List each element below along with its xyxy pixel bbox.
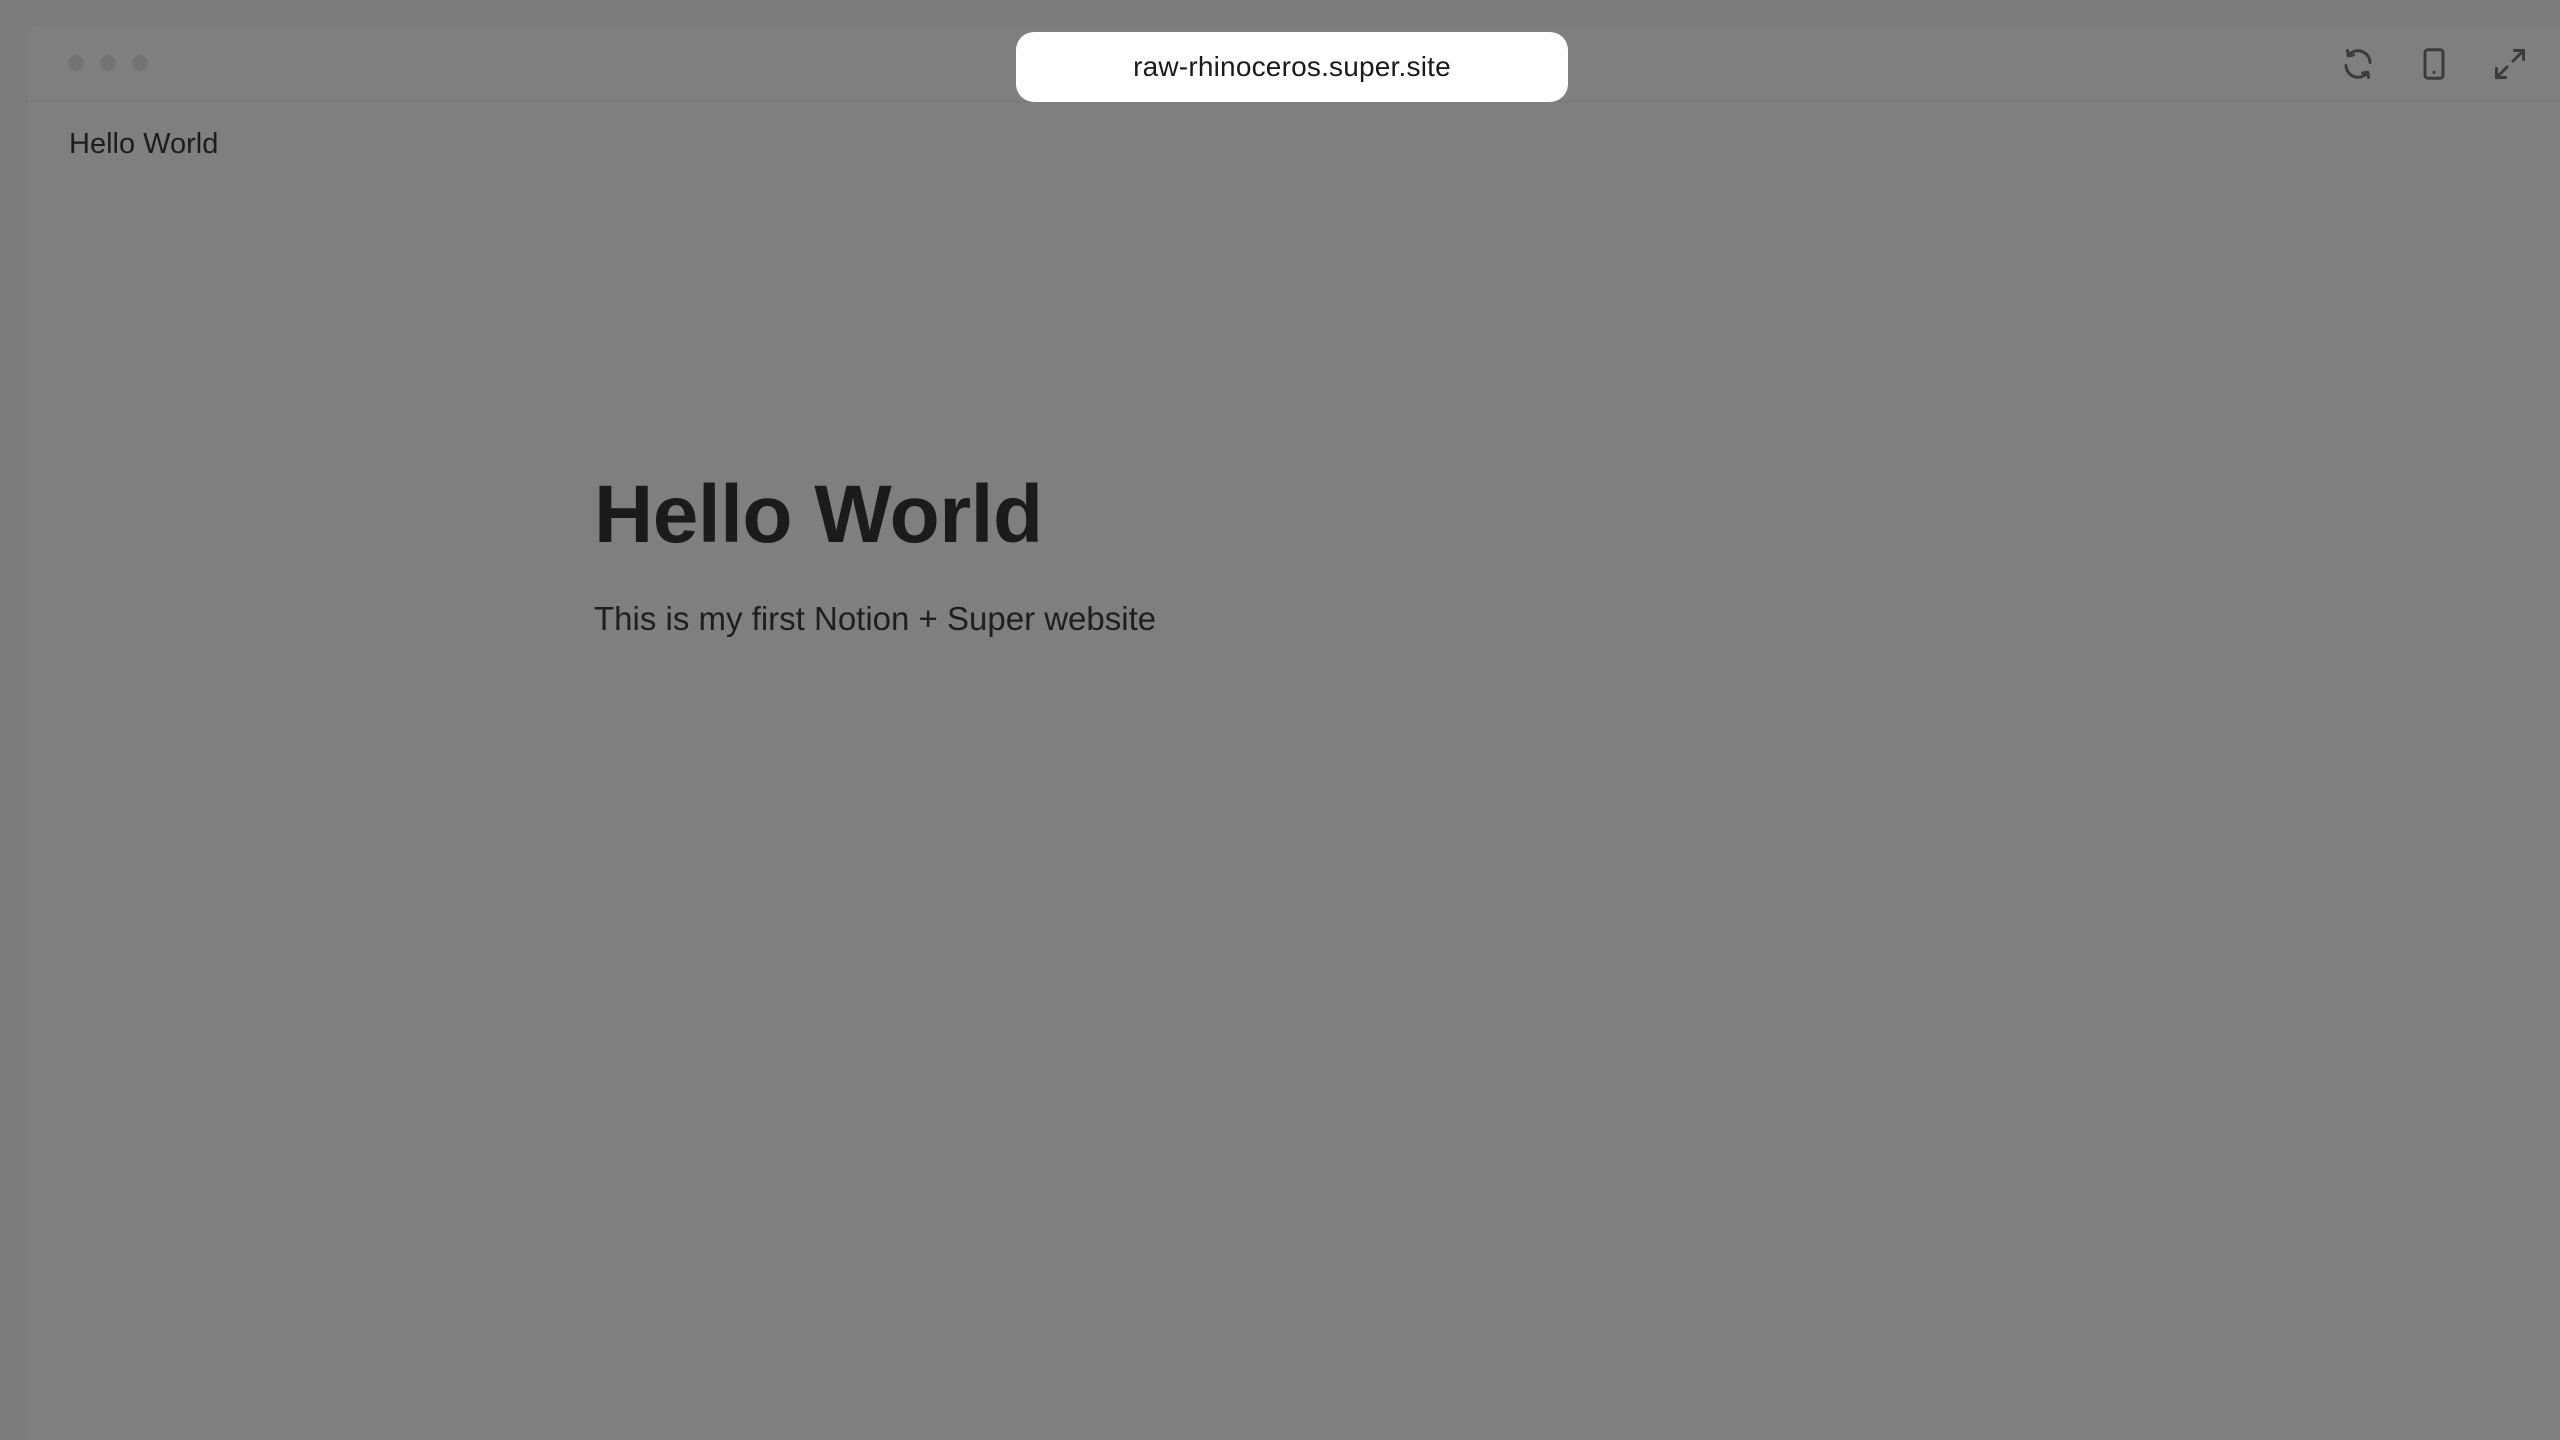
expand-icon bbox=[2495, 49, 2525, 79]
page-paragraph: This is my first Notion + Super website bbox=[594, 600, 1157, 638]
page-content: Hello World This is my first Notion + Su… bbox=[594, 466, 1794, 641]
preview-window: raw-rhinoceros.super.site Hello World He… bbox=[28, 26, 2560, 1440]
window-controls bbox=[68, 55, 148, 71]
expand-button[interactable] bbox=[2490, 44, 2530, 84]
mobile-view-button[interactable] bbox=[2414, 44, 2454, 84]
preview-tools bbox=[2338, 44, 2530, 84]
address-bar-url: raw-rhinoceros.super.site bbox=[1133, 51, 1451, 82]
window-minimize-dot[interactable] bbox=[100, 55, 116, 71]
refresh-icon bbox=[2344, 49, 2372, 79]
refresh-button[interactable] bbox=[2338, 44, 2378, 84]
site-nav-title[interactable]: Hello World bbox=[69, 128, 218, 161]
window-zoom-dot[interactable] bbox=[132, 55, 148, 71]
mobile-device-icon bbox=[2423, 48, 2445, 80]
address-bar[interactable]: raw-rhinoceros.super.site bbox=[1016, 32, 1568, 102]
window-close-dot[interactable] bbox=[68, 55, 84, 71]
page-title: Hello World bbox=[594, 469, 1043, 560]
preview-toolbar: raw-rhinoceros.super.site bbox=[28, 26, 2560, 102]
